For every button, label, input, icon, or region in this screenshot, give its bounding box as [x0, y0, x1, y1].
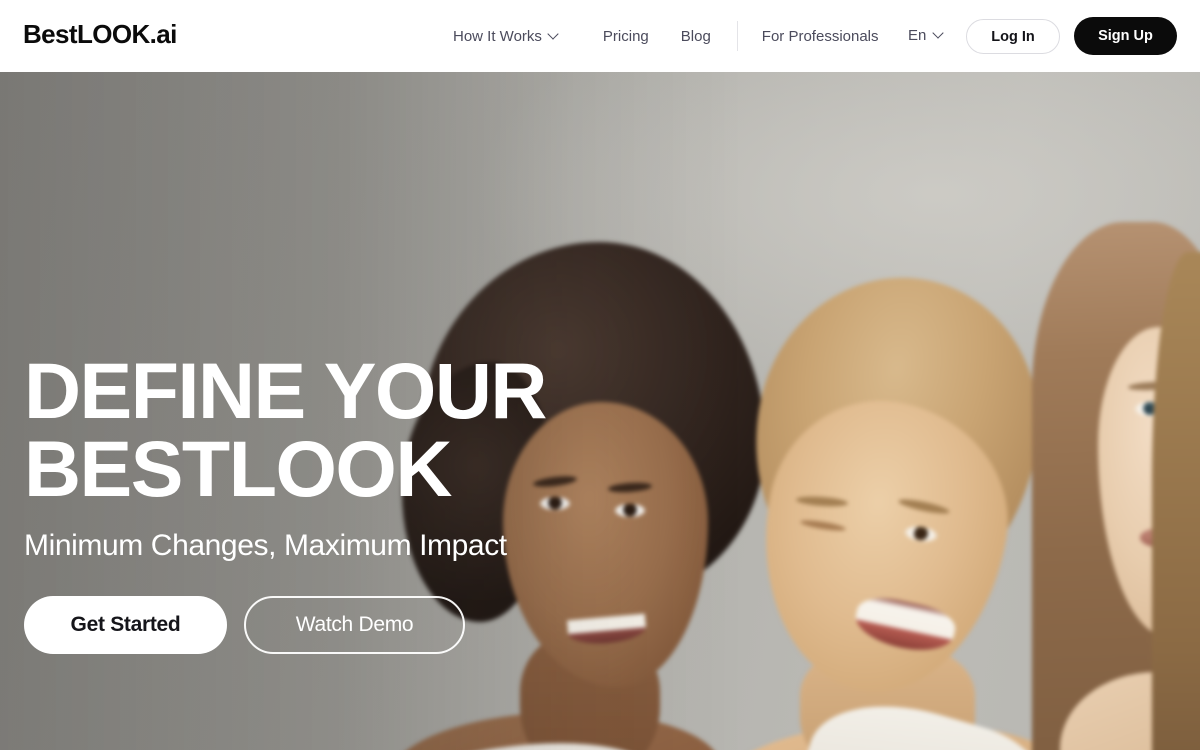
nav-item-for-professionals-label: For Professionals [761, 27, 879, 45]
nav-item-blog-label: Blog [680, 27, 711, 45]
site-logo[interactable]: BestLOOK.ai [23, 21, 177, 47]
log-in-button[interactable]: Log In [966, 19, 1060, 54]
nav-divider [736, 21, 738, 51]
hero-headline-line-1: DEFINE YOUR [24, 346, 547, 435]
nav-item-how-it-works[interactable]: How It Works [453, 29, 558, 44]
sign-up-button[interactable]: Sign Up [1074, 17, 1177, 55]
site-header: BestLOOK.ai How It Works Pricing Blog Fo… [0, 0, 1200, 72]
nav-item-pricing-label: Pricing [602, 27, 649, 45]
hero-content: DEFINE YOUR BESTLOOK Minimum Changes, Ma… [24, 346, 644, 655]
chevron-down-icon [934, 29, 943, 38]
nav-item-blog[interactable]: Blog [681, 29, 711, 44]
nav-item-how-it-works-label: How It Works [453, 27, 542, 45]
hero-cta-group: Get Started Watch Demo [24, 596, 644, 655]
hero-section: DEFINE YOUR BESTLOOK Minimum Changes, Ma… [0, 72, 1200, 750]
hero-headline-line-2: BESTLOOK [24, 424, 452, 514]
landing-page: BestLOOK.ai How It Works Pricing Blog Fo… [0, 0, 1200, 750]
hero-subtitle: Minimum Changes, Maximum Impact [24, 529, 507, 563]
chevron-down-icon [549, 30, 558, 39]
get-started-button[interactable]: Get Started [24, 596, 227, 655]
language-selector-label: En [908, 27, 927, 44]
nav-item-pricing[interactable]: Pricing [603, 29, 649, 44]
watch-demo-button[interactable]: Watch Demo [244, 596, 465, 655]
main-navigation: How It Works Pricing Blog For Profession… [453, 0, 879, 72]
hero-headline: DEFINE YOUR BESTLOOK [24, 346, 644, 514]
nav-item-for-professionals[interactable]: For Professionals [762, 29, 879, 44]
language-selector[interactable]: En [908, 28, 943, 43]
